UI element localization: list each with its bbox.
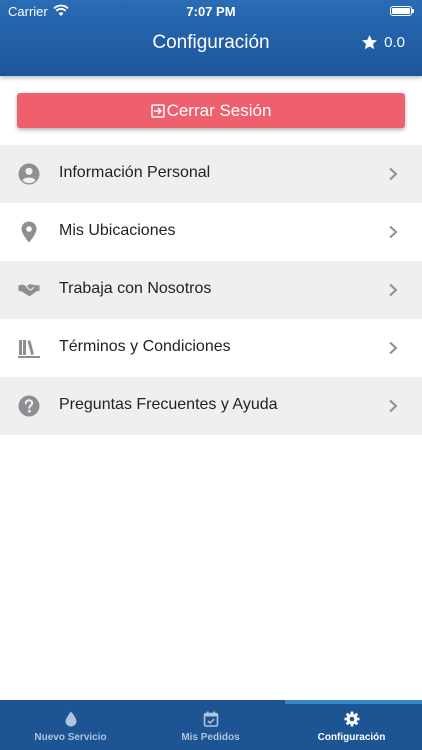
map-pin-icon <box>18 221 40 243</box>
nav-header: Carrier 7:07 PM Configuración 0.0 <box>0 0 422 76</box>
gear-icon <box>344 711 359 727</box>
tab-bar: Nuevo Servicio Mis Pedidos Configuración <box>0 700 422 750</box>
tab-my-orders[interactable]: Mis Pedidos <box>140 700 281 750</box>
battery-icon <box>390 6 414 16</box>
menu-item-label: Información Personal <box>59 164 211 181</box>
star-icon <box>362 35 378 50</box>
menu-item-terms[interactable]: Términos y Condiciones <box>0 319 422 377</box>
handshake-icon <box>18 279 40 301</box>
menu-item-personal-info[interactable]: Información Personal <box>0 145 422 203</box>
user-circle-icon <box>18 163 40 185</box>
rating-display[interactable]: 0.0 <box>361 34 405 51</box>
question-circle-icon <box>18 395 40 417</box>
status-bar: Carrier 7:07 PM <box>0 0 422 22</box>
page-title: Configuración <box>152 32 270 53</box>
menu-item-label: Términos y Condiciones <box>59 338 231 355</box>
rating-value: 0.0 <box>384 34 405 51</box>
chevron-right-icon <box>389 399 398 413</box>
menu-item-my-locations[interactable]: Mis Ubicaciones <box>0 203 422 261</box>
sign-in-icon <box>150 103 165 118</box>
tab-label: Nuevo Servicio <box>34 732 107 743</box>
logout-button[interactable]: Cerrar Sesión <box>17 93 405 128</box>
chevron-right-icon <box>389 283 398 297</box>
tab-settings[interactable]: Configuración <box>281 700 422 750</box>
menu-item-label: Mis Ubicaciones <box>59 222 176 239</box>
settings-menu: Información Personal Mis Ubicaciones Tra… <box>0 145 422 435</box>
logout-label: Cerrar Sesión <box>166 100 272 120</box>
status-time: 7:07 PM <box>186 4 236 19</box>
menu-item-label: Trabaja con Nosotros <box>59 280 212 297</box>
tab-new-service[interactable]: Nuevo Servicio <box>0 700 141 750</box>
books-icon <box>18 337 40 359</box>
calendar-check-icon <box>203 711 218 727</box>
tab-label: Configuración <box>317 732 386 743</box>
menu-item-work-with-us[interactable]: Trabaja con Nosotros <box>0 261 422 319</box>
chevron-right-icon <box>389 167 398 181</box>
chevron-right-icon <box>389 341 398 355</box>
menu-item-faq[interactable]: Preguntas Frecuentes y Ayuda <box>0 377 422 435</box>
menu-item-label: Preguntas Frecuentes y Ayuda <box>59 396 278 413</box>
chevron-right-icon <box>389 225 398 239</box>
water-drop-icon <box>65 711 76 727</box>
tab-label: Mis Pedidos <box>181 732 240 743</box>
